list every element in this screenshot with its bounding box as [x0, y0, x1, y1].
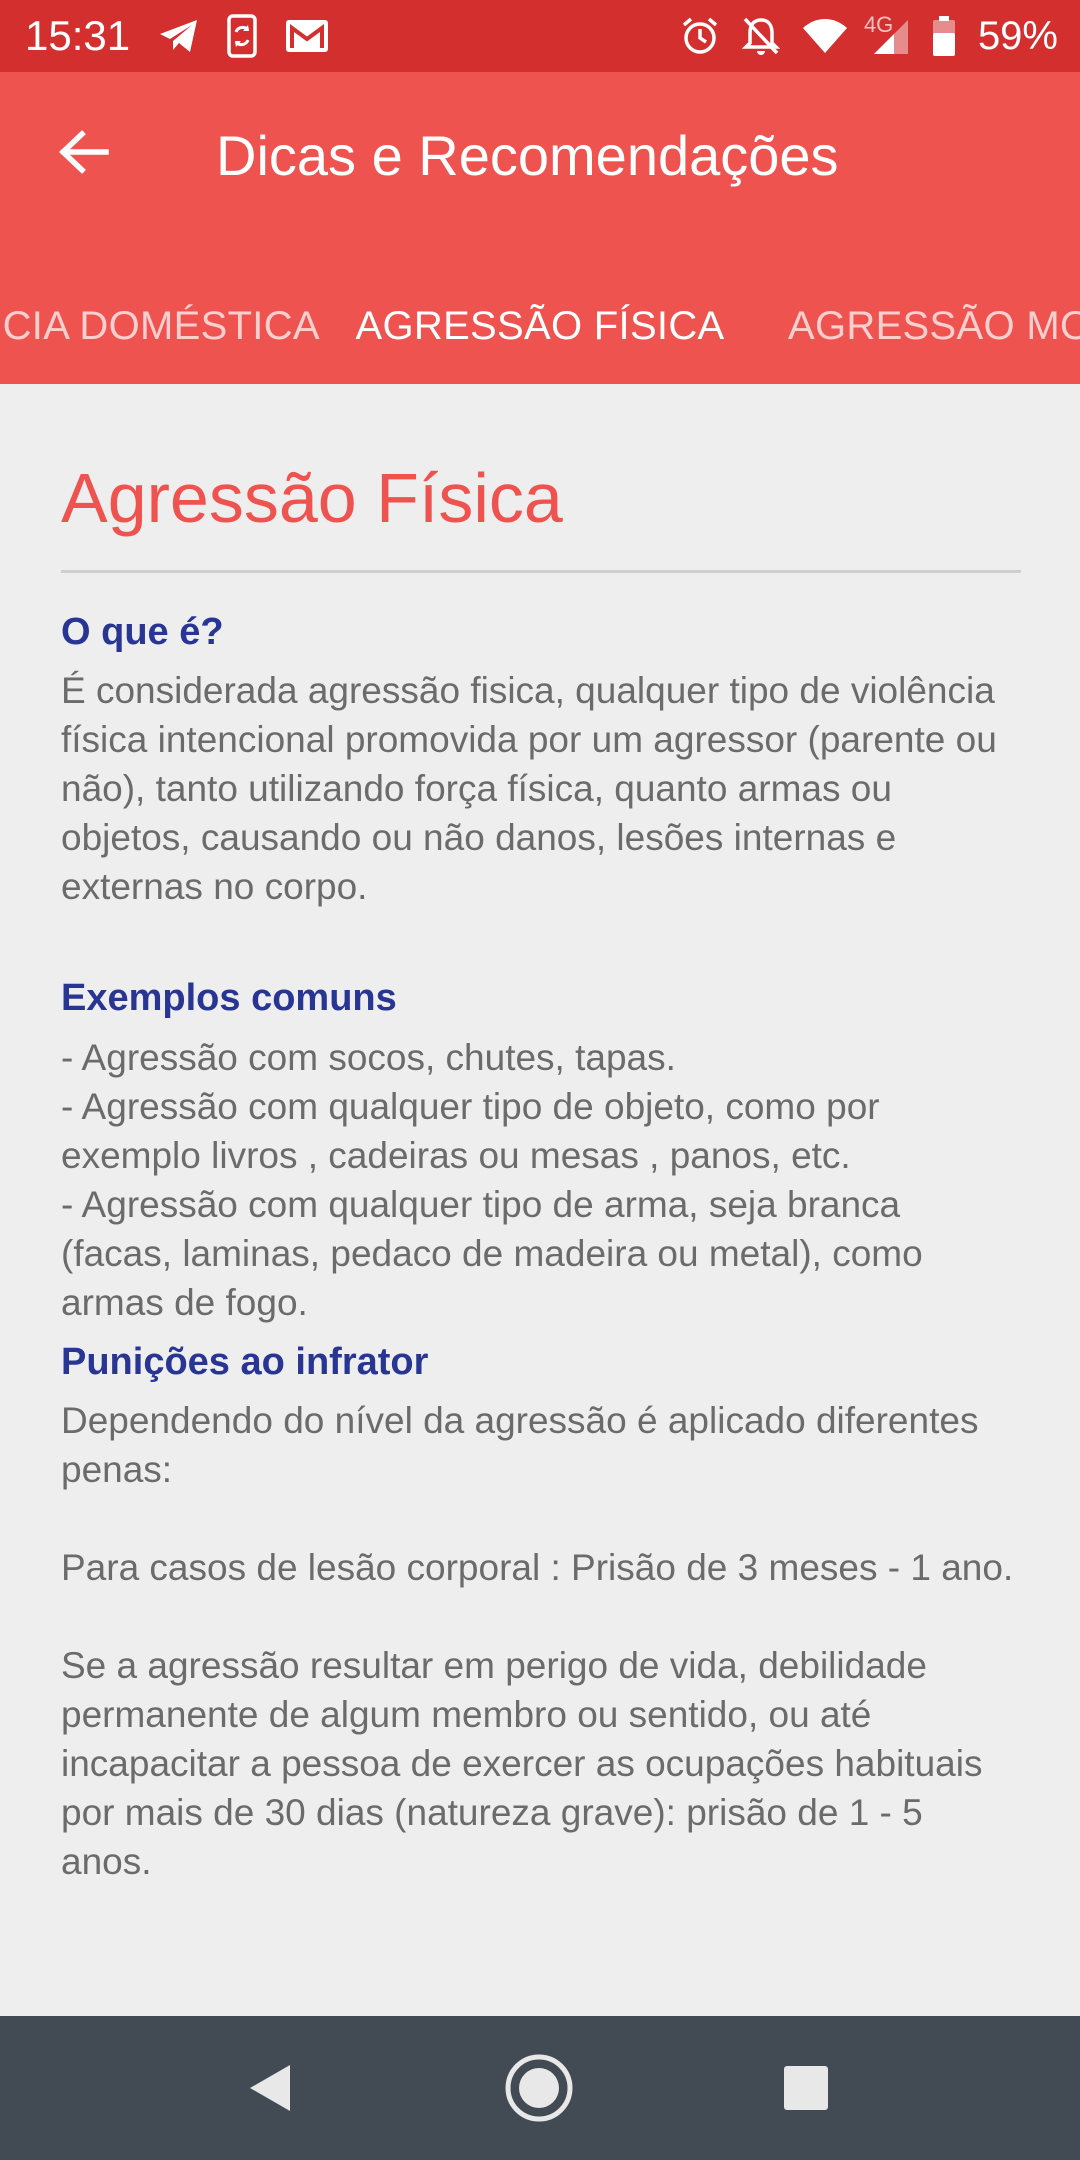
status-notification-icons: [158, 14, 330, 58]
tab-label: AGRESSÃO MORAL: [788, 303, 1080, 348]
nav-recents-icon: [783, 2065, 829, 2111]
battery-icon: [932, 15, 956, 57]
section-body: - Agressão com socos, chutes, tapas. - A…: [61, 1037, 923, 1323]
alarm-icon: [680, 16, 720, 56]
nav-home-button[interactable]: [503, 2052, 575, 2124]
telegram-icon: [158, 18, 200, 54]
section-heading: Punições ao infrator: [61, 1341, 429, 1383]
status-bar: 15:31 4G 59%: [0, 0, 1080, 72]
phone-sync-icon: [226, 14, 258, 58]
section-heading: O que é?: [61, 611, 224, 653]
section-heading: Exemplos comuns: [61, 977, 397, 1019]
status-time: 15:31: [25, 12, 131, 59]
signal-icon: 4G: [864, 12, 910, 56]
tab-label: AGRESSÃO FÍSICA: [355, 303, 725, 348]
back-button[interactable]: [48, 116, 120, 188]
section-body: É considerada agressão fisica, qualquer …: [61, 670, 997, 907]
notifications-off-icon: [741, 16, 780, 56]
tab-agressao-fisica[interactable]: AGRESSÃO FÍSICA: [329, 268, 751, 384]
nav-recents-button[interactable]: [770, 2052, 842, 2124]
battery-percent: 59%: [977, 14, 1058, 58]
navigation-bar: [0, 2016, 1080, 2160]
tab-agressao-moral[interactable]: AGRESSÃO MORAL: [788, 268, 1080, 384]
nav-home-icon: [504, 2053, 574, 2123]
network-type-label: 4G: [863, 12, 894, 37]
app-title: Dicas e Recomendações: [216, 124, 839, 187]
wifi-icon: [802, 18, 848, 54]
tab-violencia-domestica[interactable]: VIOLÊNCIA DOMÉSTICA: [0, 268, 320, 384]
tab-bar: VIOLÊNCIA DOMÉSTICA AGRESSÃO FÍSICA AGRE…: [0, 268, 1080, 384]
divider: [61, 570, 1021, 573]
page-title: Agressão Física: [61, 459, 563, 537]
nav-back-button[interactable]: [234, 2052, 306, 2124]
tab-label: VIOLÊNCIA DOMÉSTICA: [0, 303, 320, 348]
status-system-icons: 4G 59%: [680, 10, 1058, 62]
app-bar: Dicas e Recomendações VIOLÊNCIA DOMÉSTIC…: [0, 72, 1080, 384]
nav-back-icon: [246, 2062, 294, 2114]
gmail-icon: [284, 18, 330, 54]
section-body: Dependendo do nível da agressão é aplica…: [61, 1400, 1014, 1882]
arrow-left-icon: [58, 130, 110, 174]
